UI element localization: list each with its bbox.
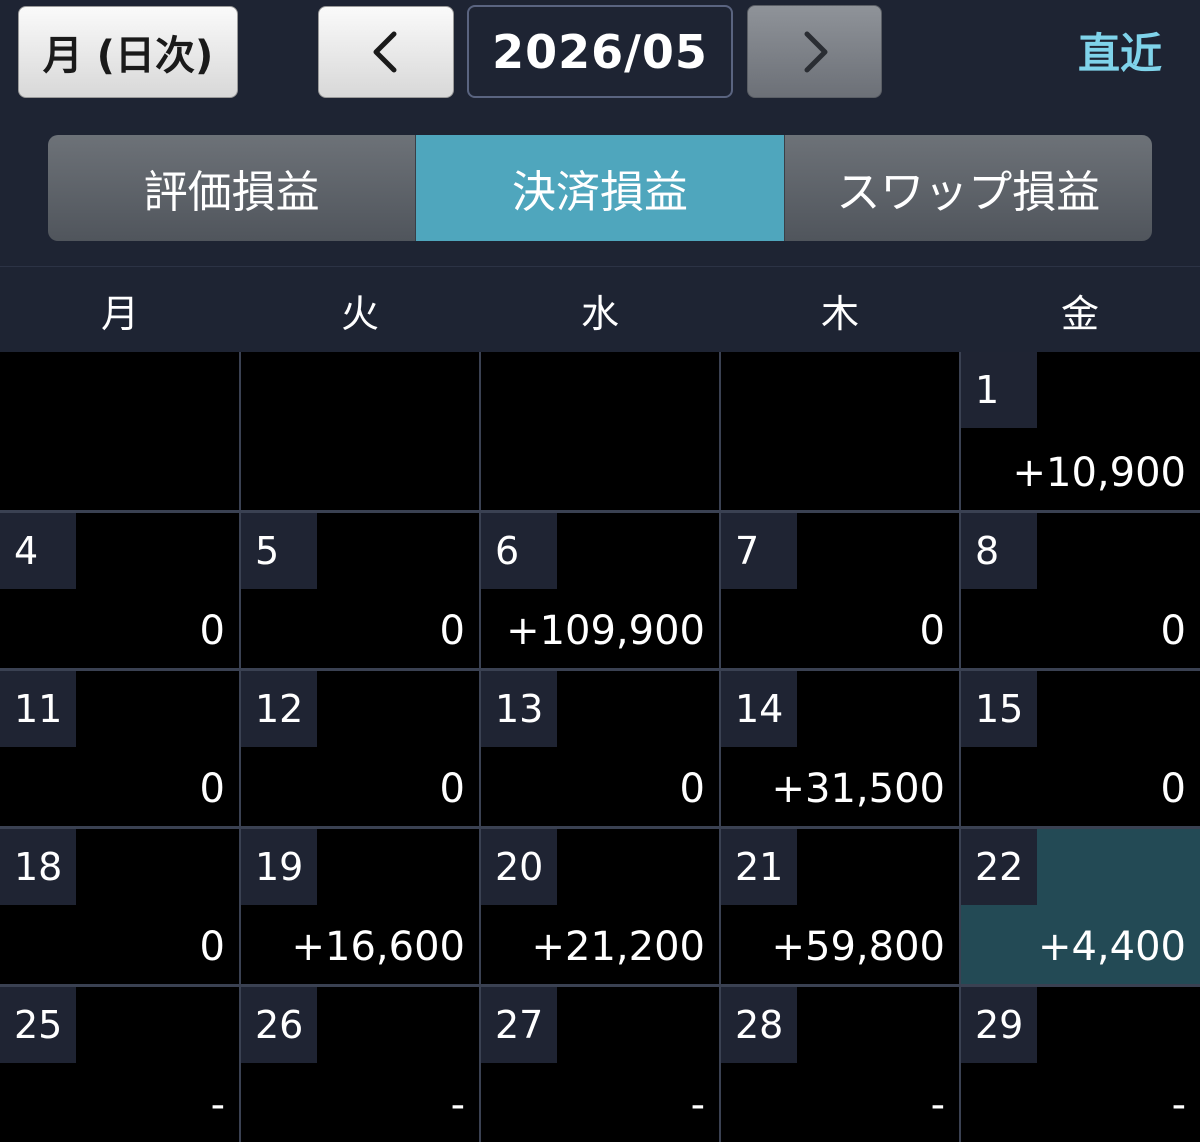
day-pnl-value: +31,500	[771, 766, 945, 812]
calendar-empty-cell	[721, 352, 959, 510]
calendar-day-cell[interactable]: 26 -	[241, 987, 479, 1142]
day-number: 6	[481, 513, 557, 589]
day-pnl-value: -	[1171, 1082, 1186, 1128]
day-pnl-value: 0	[199, 766, 225, 812]
latest-label: 直近	[1077, 28, 1162, 78]
tab-valuation-pnl[interactable]: 評価損益	[48, 135, 417, 241]
calendar-day-cell[interactable]: 40	[0, 513, 239, 668]
weekday-label: 月	[100, 291, 139, 336]
calendar-day-cell[interactable]: 6 +109,900	[481, 513, 719, 668]
weekday-label: 水	[580, 291, 619, 336]
calendar-day-cell[interactable]: 1 +10,900	[961, 352, 1200, 510]
day-pnl-value: -	[930, 1082, 945, 1128]
weekday-header: 月 火 水 木 金	[0, 266, 1200, 353]
day-pnl-value: 0	[439, 608, 465, 654]
day-number: 29	[961, 987, 1037, 1063]
latest-link[interactable]: 直近	[1060, 20, 1180, 80]
view-mode-label: 月 (日次)	[42, 33, 214, 79]
calendar-empty-cell	[241, 352, 479, 510]
calendar-day-cell[interactable]: 27 -	[481, 987, 719, 1142]
calendar-empty-cell	[0, 352, 239, 510]
day-pnl-value: 0	[199, 924, 225, 970]
day-number: 21	[721, 829, 797, 905]
calendar-day-cell[interactable]: 50	[241, 513, 479, 668]
day-pnl-value: 0	[1160, 766, 1186, 812]
calendar-day-cell[interactable]: 19 +16,600	[241, 829, 479, 984]
month-label: 2026/05	[492, 24, 708, 79]
prev-month-button[interactable]	[318, 6, 454, 98]
weekday-label: 金	[1060, 291, 1099, 336]
day-pnl-value: 0	[1160, 608, 1186, 654]
day-number: 15	[961, 671, 1037, 747]
day-number: 28	[721, 987, 797, 1063]
day-pnl-value: 0	[199, 608, 225, 654]
pnl-type-tabs: 評価損益 決済損益 スワップ損益	[48, 135, 1152, 241]
view-mode-button[interactable]: 月 (日次)	[18, 6, 238, 98]
day-number: 27	[481, 987, 557, 1063]
day-pnl-value: -	[210, 1082, 225, 1128]
day-pnl-value: 0	[679, 766, 705, 812]
day-pnl-value: +4,400	[1037, 924, 1186, 970]
day-number: 13	[481, 671, 557, 747]
tab-settlement-pnl[interactable]: 決済損益	[416, 135, 785, 241]
day-pnl-value: 0	[919, 608, 945, 654]
weekday-label: 木	[820, 291, 859, 336]
day-number: 14	[721, 671, 797, 747]
day-pnl-value: +10,900	[1012, 450, 1186, 496]
calendar-day-cell[interactable]: 20 +21,200	[481, 829, 719, 984]
calendar-day-cell[interactable]: 13 0	[481, 671, 719, 826]
tab-label: スワップ損益	[836, 167, 1101, 218]
calendar-day-cell[interactable]: 70	[721, 513, 959, 668]
calendar-day-cell[interactable]: 21 +59,800	[721, 829, 959, 984]
calendar-day-cell[interactable]: 18 0	[0, 829, 239, 984]
day-number: 11	[0, 671, 76, 747]
next-month-button[interactable]	[747, 5, 882, 98]
tab-label: 評価損益	[143, 167, 320, 218]
day-pnl-value: +109,900	[506, 608, 705, 654]
month-display[interactable]: 2026/05	[467, 5, 733, 98]
calendar-day-cell[interactable]: 29 -	[961, 987, 1200, 1142]
calendar-day-cell[interactable]: 25 -	[0, 987, 239, 1142]
chevron-left-icon	[373, 31, 397, 73]
weekday-label: 火	[340, 291, 379, 336]
day-number: 18	[0, 829, 76, 905]
day-number: 12	[241, 671, 317, 747]
calendar-empty-cell	[481, 352, 719, 510]
calendar-day-cell[interactable]: 15 0	[961, 671, 1200, 826]
day-number: 25	[0, 987, 76, 1063]
day-number: 20	[481, 829, 557, 905]
calendar-day-cell[interactable]: 14 +31,500	[721, 671, 959, 826]
day-number: 8	[961, 513, 1037, 589]
day-pnl-value: 0	[439, 766, 465, 812]
tab-swap-pnl[interactable]: スワップ損益	[785, 135, 1152, 241]
day-number: 1	[961, 352, 1037, 428]
top-bar: 月 (日次) 2026/05 直近	[0, 0, 1200, 110]
day-pnl-value: +21,200	[531, 924, 705, 970]
day-pnl-value: -	[450, 1082, 465, 1128]
calendar-day-cell[interactable]: 22 +4,400	[961, 829, 1200, 984]
day-number: 22	[961, 829, 1037, 905]
day-number: 19	[241, 829, 317, 905]
calendar-day-cell[interactable]: 11 0	[0, 671, 239, 826]
tab-label: 決済損益	[511, 167, 688, 218]
day-number: 4	[0, 513, 76, 589]
day-pnl-value: +59,800	[771, 924, 945, 970]
calendar-day-cell[interactable]: 28 -	[721, 987, 959, 1142]
day-number: 7	[721, 513, 797, 589]
calendar-day-cell[interactable]: 80	[961, 513, 1200, 668]
calendar-day-cell[interactable]: 12 0	[241, 671, 479, 826]
calendar-grid: 1 +10,900 4 0 5 0 6 +109,900 7 0 8 0 11 0 12 0 13 0 14 +31,…	[0, 352, 1200, 1142]
day-pnl-value: +16,600	[291, 924, 465, 970]
day-number: 5	[241, 513, 317, 589]
day-pnl-value: -	[690, 1082, 705, 1128]
chevron-right-icon	[804, 31, 827, 72]
day-number: 26	[241, 987, 317, 1063]
